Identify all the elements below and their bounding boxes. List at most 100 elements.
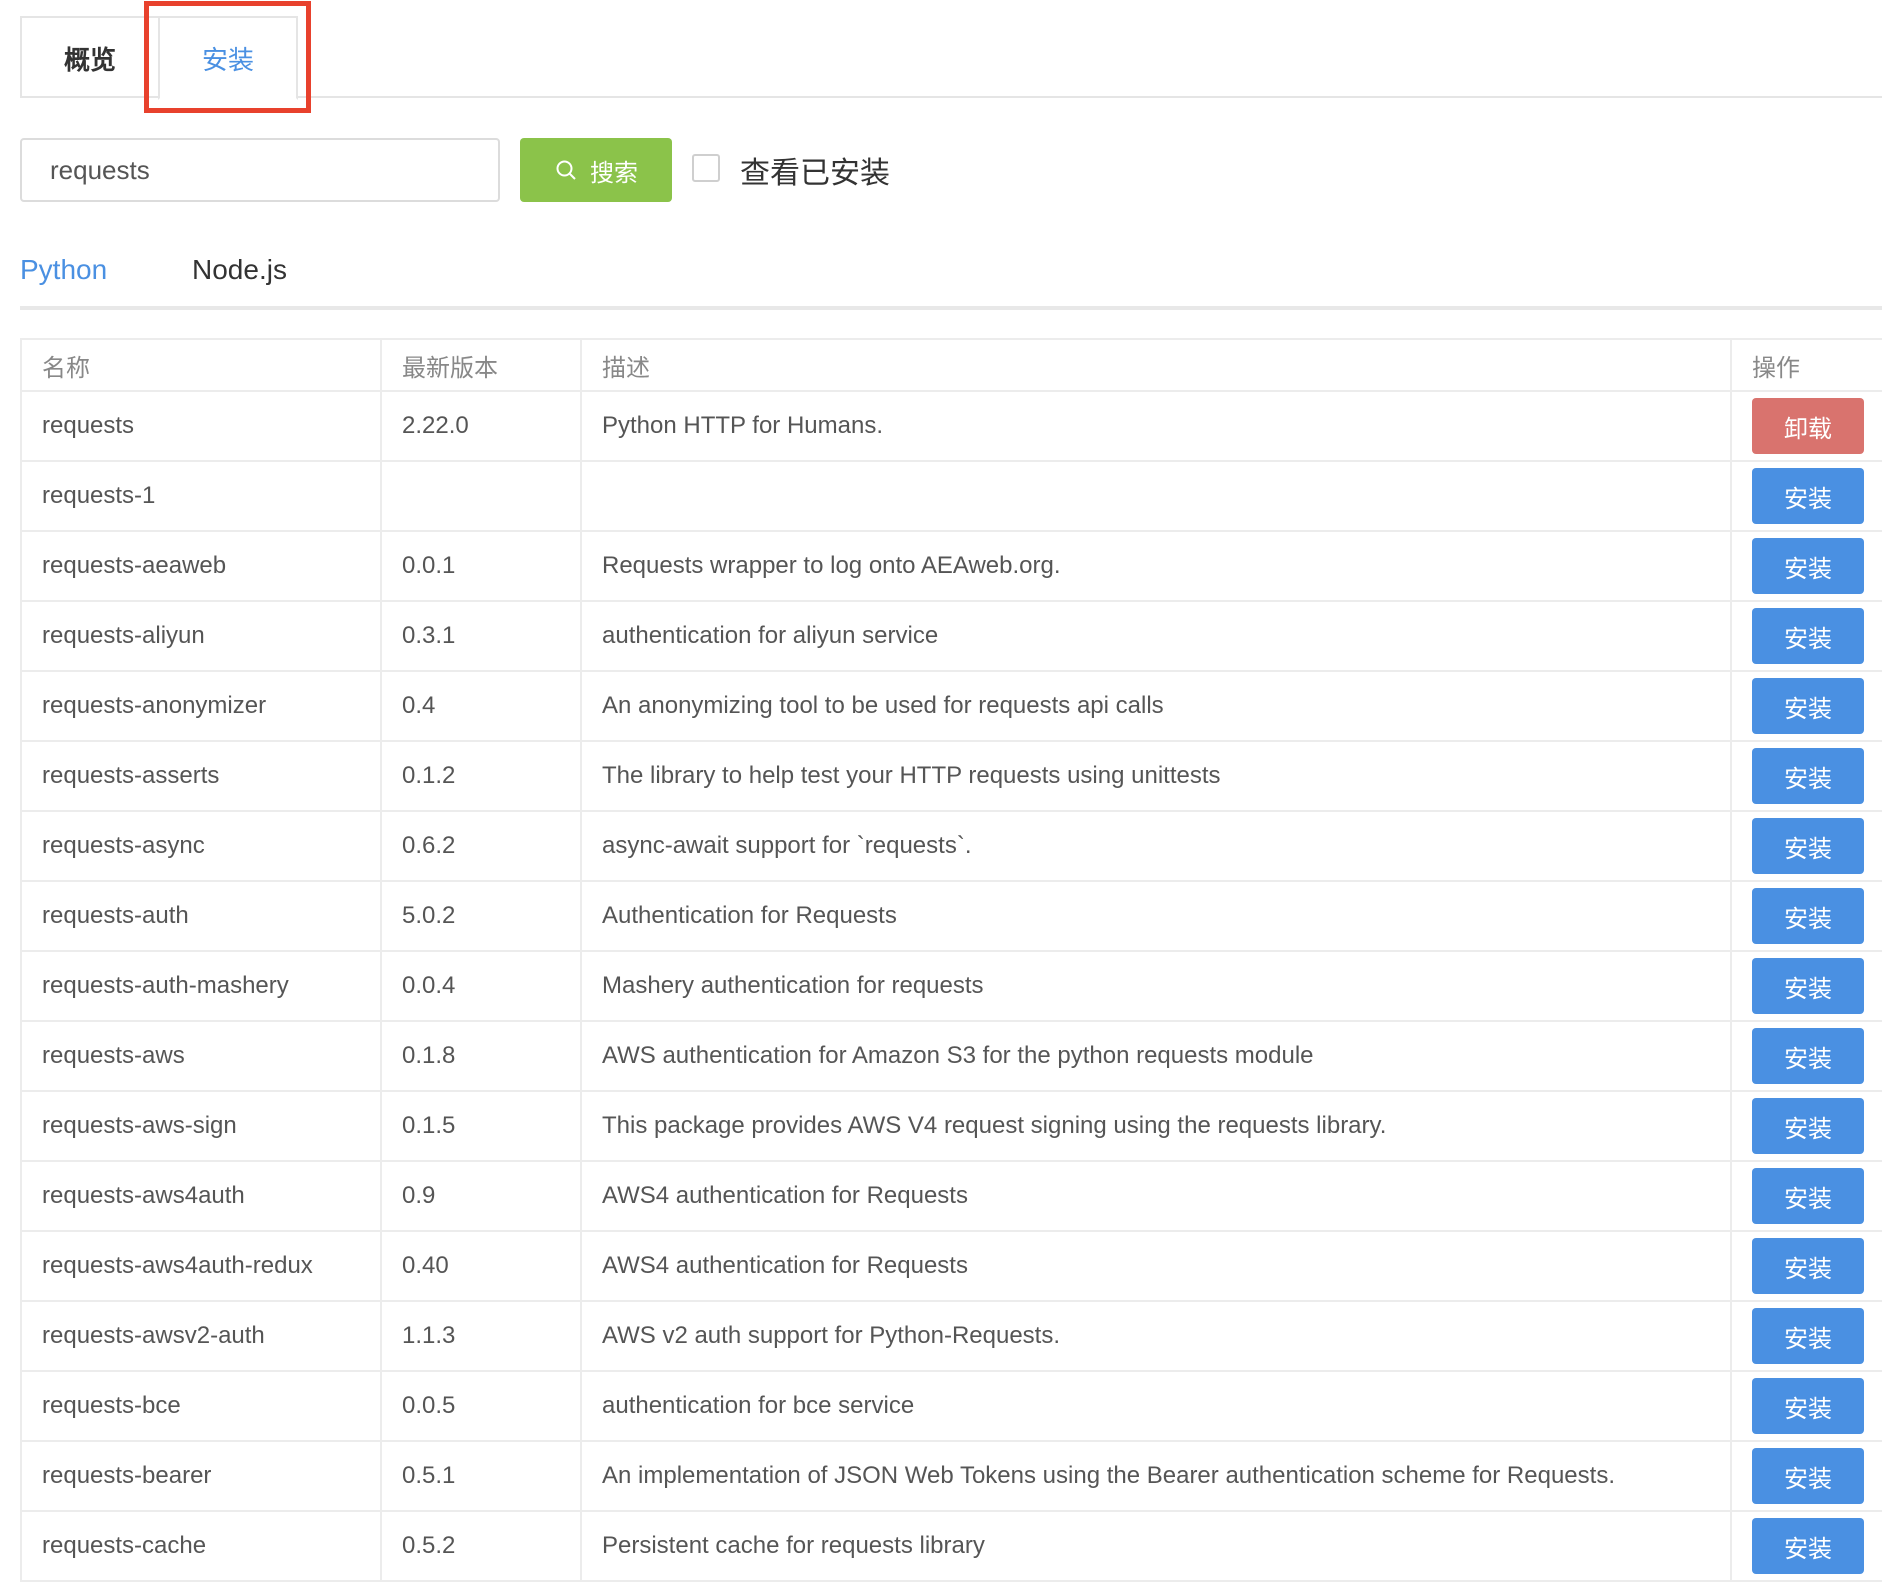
package-version: 0.0.1 (380, 530, 582, 602)
package-actions: 安装 (1730, 1300, 1882, 1372)
package-description: authentication for aliyun service (580, 600, 1732, 672)
package-version: 0.6.2 (380, 810, 582, 882)
tab-python[interactable]: Python (20, 254, 107, 286)
package-actions: 安装 (1730, 1230, 1882, 1302)
table-row: requests-bearer 0.5.1 An implementation of… (20, 1440, 1882, 1512)
install-button[interactable]: 安装 (1752, 818, 1864, 874)
package-version: 5.0.2 (380, 880, 582, 952)
header-description: 描述 (580, 338, 1732, 392)
install-button[interactable]: 安装 (1752, 748, 1864, 804)
package-version (380, 460, 582, 532)
uninstall-button[interactable]: 卸载 (1752, 398, 1864, 454)
package-name: requests-1 (20, 460, 382, 532)
package-actions: 安装 (1730, 530, 1882, 602)
install-button[interactable]: 安装 (1752, 1238, 1864, 1294)
table-row: requests-bce 0.0.5 authentication for bce … (20, 1370, 1882, 1442)
package-version: 0.0.4 (380, 950, 582, 1022)
table-row: requests-auth-mashery 0.0.4 Mashery authen… (20, 950, 1882, 1022)
package-actions: 安装 (1730, 1090, 1882, 1162)
package-actions: 安装 (1730, 600, 1882, 672)
install-button[interactable]: 安装 (1752, 1028, 1864, 1084)
package-description: Mashery authentication for requests (580, 950, 1732, 1022)
table-row: requests-awsv2-auth 1.1.3 AWS v2 auth supp… (20, 1300, 1882, 1372)
package-version: 1.1.3 (380, 1300, 582, 1372)
table-row: requests-anonymizer 0.4 An anonymizing too… (20, 670, 1882, 742)
package-description: AWS v2 auth support for Python-Requests. (580, 1300, 1732, 1372)
language-tab-bar: Python Node.js (20, 248, 1882, 310)
package-version: 0.5.1 (380, 1440, 582, 1512)
search-icon (556, 160, 576, 180)
install-button[interactable]: 安装 (1752, 538, 1864, 594)
package-actions: 安装 (1730, 740, 1882, 812)
table-row: requests-auth 5.0.2 Authentication for Req… (20, 880, 1882, 952)
package-version: 0.1.8 (380, 1020, 582, 1092)
package-version: 0.5.2 (380, 1510, 582, 1582)
package-version: 0.0.5 (380, 1370, 582, 1442)
package-actions: 安装 (1730, 950, 1882, 1022)
table-header-row: 名称 最新版本 描述 操作 (20, 338, 1882, 392)
package-description: Requests wrapper to log onto AEAweb.org. (580, 530, 1732, 602)
install-button[interactable]: 安装 (1752, 1378, 1864, 1434)
tab-nodejs[interactable]: Node.js (192, 254, 287, 286)
package-version: 2.22.0 (380, 390, 582, 462)
header-name: 名称 (20, 338, 382, 392)
package-name: requests-bearer (20, 1440, 382, 1512)
package-description (580, 460, 1732, 532)
package-description: AWS4 authentication for Requests (580, 1230, 1732, 1302)
table-row: requests-aeaweb 0.0.1 Requests wrapper to … (20, 530, 1882, 602)
package-actions: 安装 (1730, 810, 1882, 882)
search-button[interactable]: 搜索 (520, 138, 672, 202)
package-version: 0.1.2 (380, 740, 582, 812)
package-version: 0.1.5 (380, 1090, 582, 1162)
package-actions: 安装 (1730, 1020, 1882, 1092)
header-actions: 操作 (1730, 338, 1882, 392)
install-button[interactable]: 安装 (1752, 1308, 1864, 1364)
table-row: requests-aws 0.1.8 AWS authentication for … (20, 1020, 1882, 1092)
package-version: 0.3.1 (380, 600, 582, 672)
package-name: requests-asserts (20, 740, 382, 812)
package-actions: 安装 (1730, 880, 1882, 952)
package-description: Persistent cache for requests library (580, 1510, 1732, 1582)
package-name: requests-aws4auth (20, 1160, 382, 1232)
package-table-body: requests 2.22.0 Python HTTP for Humans. 卸载 r… (20, 390, 1882, 1582)
table-row: requests-aws4auth 0.9 AWS4 authentication … (20, 1160, 1882, 1232)
install-button[interactable]: 安装 (1752, 1098, 1864, 1154)
package-description: The library to help test your HTTP reque… (580, 740, 1732, 812)
table-row: requests-asserts 0.1.2 The library to help… (20, 740, 1882, 812)
package-version: 0.4 (380, 670, 582, 742)
package-description: An implementation of JSON Web Tokens usi… (580, 1440, 1732, 1512)
package-description: AWS4 authentication for Requests (580, 1160, 1732, 1232)
package-name: requests-cache (20, 1510, 382, 1582)
install-button[interactable]: 安装 (1752, 468, 1864, 524)
package-description: This package provides AWS V4 request sig… (580, 1090, 1732, 1162)
package-description: async-await support for `requests`. (580, 810, 1732, 882)
package-name: requests-aliyun (20, 600, 382, 672)
install-button[interactable]: 安装 (1752, 678, 1864, 734)
table-row: requests-aliyun 0.3.1 authentication for a… (20, 600, 1882, 672)
install-button[interactable]: 安装 (1752, 1168, 1864, 1224)
search-button-label: 搜索 (590, 159, 638, 187)
top-tab-bar: 概览 安装 (20, 0, 1882, 100)
package-actions: 安装 (1730, 1440, 1882, 1512)
table-row: requests-cache 0.5.2 Persistent cache for … (20, 1510, 1882, 1582)
tab-overview[interactable]: 概览 (20, 16, 158, 98)
package-name: requests-async (20, 810, 382, 882)
install-button[interactable]: 安装 (1752, 608, 1864, 664)
package-description: authentication for bce service (580, 1370, 1732, 1442)
install-button[interactable]: 安装 (1752, 958, 1864, 1014)
package-description: Authentication for Requests (580, 880, 1732, 952)
install-button[interactable]: 安装 (1752, 1448, 1864, 1504)
package-actions: 安装 (1730, 1370, 1882, 1442)
show-installed-checkbox[interactable] (692, 154, 720, 182)
package-description: An anonymizing tool to be used for reque… (580, 670, 1732, 742)
package-name: requests-bce (20, 1370, 382, 1442)
package-name: requests-aws (20, 1020, 382, 1092)
install-button[interactable]: 安装 (1752, 1518, 1864, 1574)
package-name: requests-aws-sign (20, 1090, 382, 1162)
search-input[interactable] (20, 138, 500, 202)
tab-install[interactable]: 安装 (158, 16, 298, 100)
install-button[interactable]: 安装 (1752, 888, 1864, 944)
show-installed-label: 查看已安装 (740, 157, 890, 190)
table-row: requests-async 0.6.2 async-await support f… (20, 810, 1882, 882)
package-table: 名称 最新版本 描述 操作 requests 2.22.0 Python HTTP … (20, 338, 1882, 1582)
